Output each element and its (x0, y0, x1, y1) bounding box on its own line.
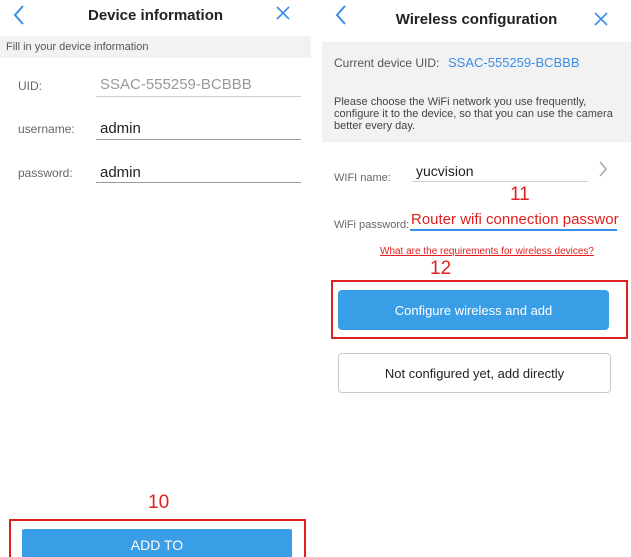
step-10-label: 10 (148, 492, 170, 513)
add-directly-button[interactable]: Not configured yet, add directly (338, 353, 611, 393)
close-icon[interactable] (275, 4, 291, 26)
username-label: username: (18, 122, 75, 136)
configure-wireless-button[interactable]: Configure wireless and add (338, 290, 609, 330)
nav-bar: Device information (0, 0, 311, 32)
hint-band: Fill in your device information (0, 36, 311, 58)
password-label: password: (18, 166, 73, 180)
page-title: Device information (87, 7, 224, 24)
username-field[interactable]: admin (100, 120, 141, 137)
uid-field: SSAC-555259-BCBBB (100, 76, 252, 93)
uid-label-wireless: Current device UID: (334, 56, 440, 70)
chevron-right-icon[interactable] (598, 160, 608, 183)
step-11-label: 11 (510, 184, 530, 205)
uid-label: UID: (18, 79, 42, 93)
wifi-name-label: WIFI name: (334, 172, 391, 184)
wifi-name-underline (412, 181, 588, 182)
page-title-wireless: Wireless configuration (395, 11, 558, 28)
uid-underline (96, 96, 301, 97)
wifi-password-underline (410, 229, 617, 231)
wifi-name-field[interactable]: yucvision (416, 163, 474, 179)
nav-bar-wireless: Wireless configuration (322, 0, 631, 32)
step-12-label: 12 (430, 258, 452, 279)
requirements-link[interactable]: What are the requirements for wireless d… (380, 246, 594, 257)
close-icon-wireless[interactable] (593, 10, 609, 32)
password-underline (96, 182, 301, 183)
password-field[interactable]: admin (100, 164, 141, 181)
wifi-description: Please choose the WiFi network you use f… (334, 96, 613, 132)
panel-divider (311, 0, 322, 557)
wireless-configuration-screen: Wireless configuration Current device UI… (322, 0, 631, 557)
username-underline (96, 139, 301, 140)
wifi-password-field[interactable]: Router wifi connection passwor (411, 211, 619, 228)
device-information-screen: Device information Fill in your device i… (0, 0, 311, 557)
wifi-password-label: WiFi password: (334, 219, 410, 231)
info-band: Current device UID: SSAC-555259-BCBBB Pl… (322, 42, 631, 142)
add-to-button[interactable]: ADD TO (22, 529, 292, 557)
uid-value-wireless: SSAC-555259-BCBBB (448, 55, 580, 70)
hint-text: Fill in your device information (6, 41, 149, 53)
